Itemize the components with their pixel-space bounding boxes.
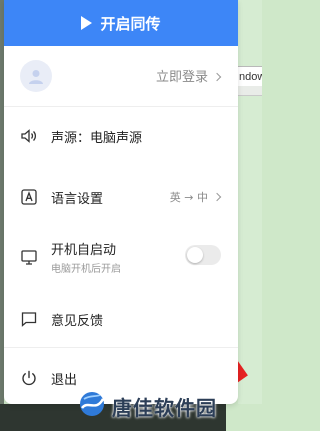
exit-label: 退出	[51, 373, 78, 388]
feedback-icon	[20, 310, 38, 328]
monitor-icon	[20, 248, 38, 266]
autostart-description: 电脑开机后开启	[51, 264, 121, 275]
menu-item-autostart: 开机自启动 电脑开机后开启	[4, 226, 238, 275]
divider	[4, 106, 238, 107]
language-settings-label: 语言设置	[51, 192, 104, 207]
autostart-toggle[interactable]	[185, 245, 221, 265]
autostart-label: 开机自启动	[51, 243, 117, 258]
tray-menu-panel: 开启同传 立即登录 声源：电脑声源 语言设置 英 → 中 开机自启动 电脑开机后…	[4, 0, 238, 404]
divider	[4, 347, 238, 348]
play-icon	[81, 16, 93, 30]
toggle-knob	[187, 247, 203, 263]
background-window-bar	[236, 86, 262, 96]
speaker-icon	[20, 127, 38, 145]
login-label: 立即登录	[155, 70, 208, 85]
language-value: 英 → 中	[169, 189, 222, 205]
background-bottom-right	[226, 404, 262, 431]
chevron-right-icon	[212, 192, 222, 202]
start-button-label: 开启同传	[100, 14, 161, 33]
login-row[interactable]: 立即登录	[4, 54, 238, 98]
watermark-logo-icon	[78, 390, 106, 422]
start-interpretation-button[interactable]: 开启同传	[4, 0, 238, 46]
avatar-icon	[20, 60, 52, 92]
menu-item-language-settings[interactable]: 语言设置 英 → 中	[4, 175, 238, 219]
audio-source-label: 声源：电脑声源	[51, 131, 143, 146]
chevron-right-icon	[212, 72, 222, 82]
language-pair: 英 → 中	[169, 191, 208, 204]
language-icon	[20, 188, 38, 206]
login-link[interactable]: 立即登录	[155, 66, 222, 85]
watermark: 唐佳软件园	[78, 388, 217, 424]
background-window-title: ndow	[236, 66, 262, 88]
menu-item-audio-source[interactable]: 声源：电脑声源	[4, 114, 238, 158]
watermark-text: 唐佳软件园	[112, 395, 217, 420]
menu-item-feedback[interactable]: 意见反馈	[4, 297, 238, 341]
feedback-label: 意见反馈	[51, 314, 104, 329]
power-icon	[20, 369, 38, 387]
